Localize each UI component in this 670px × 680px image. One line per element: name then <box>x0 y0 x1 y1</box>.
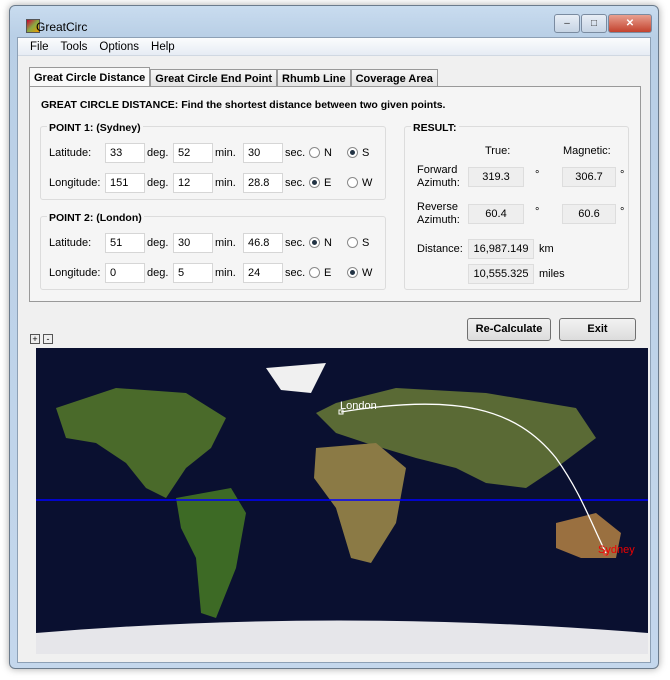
radio-label: E <box>324 177 332 189</box>
tab-rhumb-line[interactable]: Rhumb Line <box>277 69 351 87</box>
forward-true-value: 319.3 <box>468 167 524 187</box>
london-label: London <box>340 400 377 412</box>
menu-help[interactable]: Help <box>145 38 181 55</box>
magnetic-label: Magnetic: <box>563 145 611 157</box>
p1-lat-n-radio[interactable]: N <box>309 147 347 159</box>
p2-lon-w-radio[interactable]: W <box>347 267 372 279</box>
radio-label: W <box>362 177 373 189</box>
radio-label: E <box>324 267 332 279</box>
radio-label: S <box>362 237 370 249</box>
p1-lon-min[interactable]: 12 <box>173 173 213 193</box>
min-label: min. <box>215 177 236 189</box>
deg-label: deg. <box>147 177 169 189</box>
recalculate-button[interactable]: Re-Calculate <box>467 318 551 341</box>
distance-miles-value: 10,555.325 <box>468 264 534 284</box>
p2-lon-min[interactable]: 5 <box>173 263 213 283</box>
point2-title: POINT 2: (London) <box>47 212 144 224</box>
p2-lat-n-radio[interactable]: N <box>309 237 347 249</box>
exit-button[interactable]: Exit <box>559 318 636 341</box>
true-label: True: <box>485 145 511 157</box>
p2-lon-e-radio[interactable]: E <box>309 267 347 279</box>
radio-label: S <box>362 147 370 159</box>
miles-unit: miles <box>539 268 565 280</box>
deg-label: deg. <box>147 237 169 249</box>
km-unit: km <box>539 243 554 255</box>
point1-title: POINT 1: (Sydney) <box>47 122 143 134</box>
degree-symbol: ° <box>620 206 625 218</box>
point1-group: POINT 1: (Sydney) Latitude: 33 deg. 52 m… <box>40 122 386 200</box>
distance-label: Distance: <box>417 243 463 255</box>
p2-lon-sec[interactable]: 24 <box>243 263 283 283</box>
world-map[interactable]: London Sydney <box>36 348 648 654</box>
radio-label: W <box>362 267 373 279</box>
client-area: File Tools Options Help Great Circle Dis… <box>17 37 651 663</box>
p2-lat-sec[interactable]: 46.8 <box>243 233 283 253</box>
label-line: Azimuth: <box>417 177 460 189</box>
reverse-azimuth-label: Reverse Azimuth: <box>417 201 460 227</box>
label-line: Reverse <box>417 201 458 213</box>
p1-lat-min[interactable]: 52 <box>173 143 213 163</box>
p1-lat-sec[interactable]: 30 <box>243 143 283 163</box>
deg-label: deg. <box>147 147 169 159</box>
p2-lon-deg[interactable]: 0 <box>105 263 145 283</box>
label-line: Forward <box>417 164 458 176</box>
p1-lon-deg[interactable]: 151 <box>105 173 145 193</box>
point2-group: POINT 2: (London) Latitude: 51 deg. 30 m… <box>40 212 386 290</box>
min-label: min. <box>215 147 236 159</box>
app-window: GreatCirc – □ ✕ File Tools Options Help … <box>9 5 659 669</box>
sydney-label: Sydney <box>598 544 635 556</box>
minimize-button[interactable]: – <box>554 14 580 33</box>
window-title: GreatCirc <box>36 20 88 34</box>
menu-tools[interactable]: Tools <box>55 38 94 55</box>
latitude-label: Latitude: <box>49 237 92 249</box>
sec-label: sec. <box>285 267 306 279</box>
min-label: min. <box>215 267 236 279</box>
latitude-label: Latitude: <box>49 147 92 159</box>
result-group: RESULT: True: Magnetic: Forward Azimuth: … <box>404 122 629 290</box>
maximize-button[interactable]: □ <box>581 14 607 33</box>
zoom-in-button[interactable]: + <box>30 334 40 344</box>
menu-file[interactable]: File <box>24 38 55 55</box>
p1-lon-w-radio[interactable]: W <box>347 177 372 189</box>
degree-symbol: ° <box>620 169 625 181</box>
sec-label: sec. <box>285 147 306 159</box>
close-button[interactable]: ✕ <box>608 14 652 33</box>
zoom-out-button[interactable]: - <box>43 334 53 344</box>
result-title: RESULT: <box>411 122 459 134</box>
map-canvas <box>36 363 648 654</box>
radio-label: N <box>324 147 332 159</box>
p1-lat-s-radio[interactable]: S <box>347 147 369 159</box>
sec-label: sec. <box>285 237 306 249</box>
page-heading: GREAT CIRCLE DISTANCE: Find the shortest… <box>41 99 446 111</box>
deg-label: deg. <box>147 267 169 279</box>
reverse-magnetic-value: 60.6 <box>562 204 616 224</box>
distance-km-value: 16,987.149 <box>468 239 534 259</box>
forward-azimuth-label: Forward Azimuth: <box>417 164 460 190</box>
p1-lon-sec[interactable]: 28.8 <box>243 173 283 193</box>
tab-coverage-area[interactable]: Coverage Area <box>350 69 438 87</box>
p2-lat-s-radio[interactable]: S <box>347 237 369 249</box>
longitude-label: Longitude: <box>49 177 101 189</box>
p1-lon-e-radio[interactable]: E <box>309 177 347 189</box>
tab-great-circle-end-point[interactable]: Great Circle End Point <box>150 69 278 87</box>
greenland-ice <box>266 363 326 393</box>
degree-symbol: ° <box>535 206 540 218</box>
reverse-true-value: 60.4 <box>468 204 524 224</box>
label-line: Azimuth: <box>417 214 460 226</box>
longitude-label: Longitude: <box>49 267 101 279</box>
continents <box>56 388 621 618</box>
min-label: min. <box>215 237 236 249</box>
tab-panel: GREAT CIRCLE DISTANCE: Find the shortest… <box>29 86 641 302</box>
sec-label: sec. <box>285 177 306 189</box>
p2-lat-min[interactable]: 30 <box>173 233 213 253</box>
radio-label: N <box>324 237 332 249</box>
antarctica-ice <box>36 620 648 654</box>
p2-lat-deg[interactable]: 51 <box>105 233 145 253</box>
menu-bar: File Tools Options Help <box>18 38 650 56</box>
tab-great-circle-distance[interactable]: Great Circle Distance <box>29 67 151 88</box>
forward-magnetic-value: 306.7 <box>562 167 616 187</box>
p1-lat-deg[interactable]: 33 <box>105 143 145 163</box>
degree-symbol: ° <box>535 169 540 181</box>
menu-options[interactable]: Options <box>93 38 145 55</box>
